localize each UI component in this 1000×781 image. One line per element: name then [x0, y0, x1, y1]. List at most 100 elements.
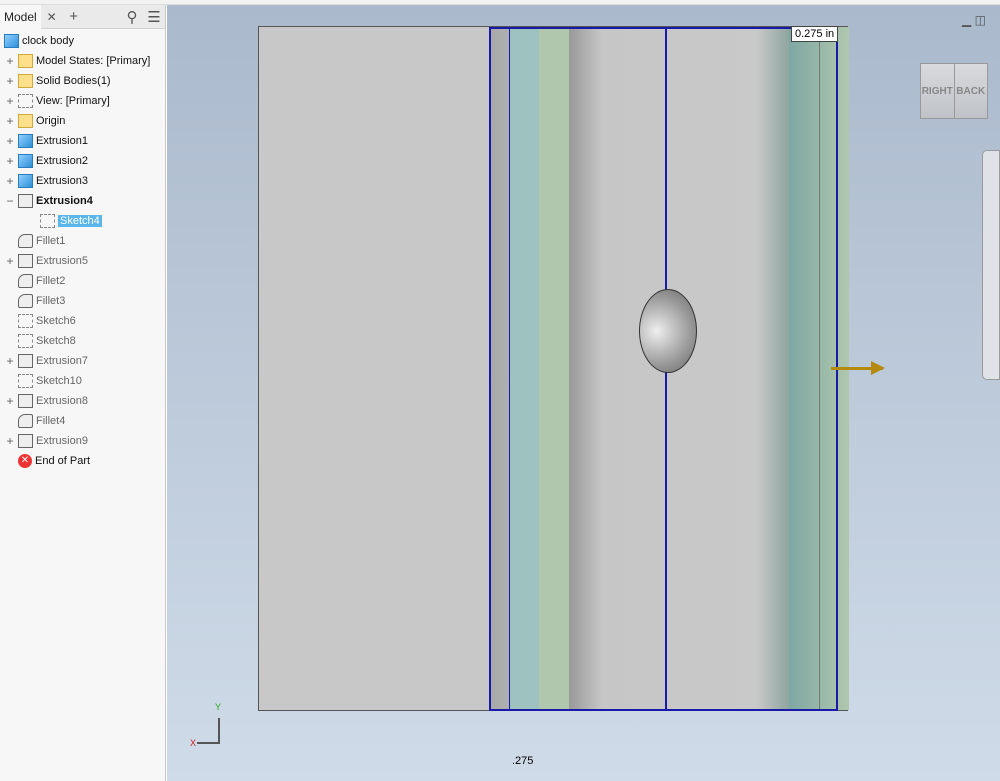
tree-item[interactable]: Fillet1	[0, 231, 165, 251]
end-icon: ✕	[18, 454, 32, 468]
tree-item-label: Extrusion7	[36, 355, 88, 367]
close-icon[interactable]: ✕	[41, 10, 63, 24]
hole	[639, 289, 697, 373]
expand-toggle[interactable]: +	[4, 394, 16, 408]
expand-toggle[interactable]: +	[4, 134, 16, 148]
tree-item[interactable]: Fillet2	[0, 271, 165, 291]
fillet-icon	[18, 294, 33, 308]
x-axis-label: X	[190, 738, 197, 748]
tree-item[interactable]: + Extrusion9	[0, 431, 165, 451]
dimension-label[interactable]: .275	[512, 755, 533, 767]
x-axis	[197, 742, 220, 744]
tree-item[interactable]: + Extrusion7	[0, 351, 165, 371]
sketch-icon	[18, 334, 33, 348]
folder-icon	[18, 114, 33, 128]
tree-item-label: Extrusion9	[36, 435, 88, 447]
tree-item-label: Sketch4	[58, 215, 102, 227]
model-browser: Model ✕ + ⚲ ☰ clock body + Model States: […	[0, 4, 166, 781]
tree-item[interactable]: Sketch10	[0, 371, 165, 391]
tree-item[interactable]: − Extrusion4	[0, 191, 165, 211]
sketch-icon	[18, 374, 33, 388]
tree-item-label: Extrusion5	[36, 255, 88, 267]
wire-icon	[18, 354, 33, 368]
navigation-bar[interactable]	[982, 150, 1000, 380]
expand-toggle[interactable]: −	[4, 194, 16, 208]
tree-item-label: End of Part	[35, 455, 91, 467]
fillet-icon	[18, 274, 33, 288]
menu-icon[interactable]: ☰	[143, 8, 165, 26]
model-tree: clock body + Model States: [Primary] + Solid…	[0, 29, 165, 471]
expand-toggle[interactable]: +	[4, 254, 16, 268]
tree-item[interactable]: Sketch4	[0, 211, 165, 231]
viewcube[interactable]: RIGHT BACK	[920, 63, 988, 119]
tree-item-label: clock body	[22, 35, 74, 47]
sketch-icon	[18, 314, 33, 328]
fillet-icon	[18, 234, 33, 248]
tab-model[interactable]: Model	[0, 4, 41, 29]
tree-item[interactable]: + Solid Bodies(1)	[0, 71, 165, 91]
tree-item[interactable]: + View: [Primary]	[0, 91, 165, 111]
tree-item-label: Extrusion2	[36, 155, 88, 167]
wire-icon	[18, 194, 33, 208]
fillet-icon	[18, 414, 33, 428]
wire-icon	[18, 254, 33, 268]
tree-item-label: Extrusion1	[36, 135, 88, 147]
tree-item[interactable]: clock body	[0, 31, 165, 51]
tree-item-label: Extrusion8	[36, 395, 88, 407]
tree-item-label: Solid Bodies(1)	[36, 75, 111, 87]
tree-item[interactable]: + Origin	[0, 111, 165, 131]
sketch-icon	[40, 214, 55, 228]
expand-toggle[interactable]: +	[4, 354, 16, 368]
search-icon[interactable]: ⚲	[121, 8, 143, 26]
tree-item-label: Fillet2	[36, 275, 66, 287]
tree-item[interactable]: + Extrusion2	[0, 151, 165, 171]
folder-icon	[18, 74, 33, 88]
wire-icon	[18, 434, 33, 448]
tree-item-label: Fillet4	[36, 415, 66, 427]
window-controls[interactable]: ▁ ◫	[962, 13, 986, 27]
expand-toggle[interactable]: +	[4, 154, 16, 168]
folder-icon	[18, 54, 33, 68]
tree-item-label: Extrusion4	[36, 195, 93, 207]
arrow-head-icon[interactable]	[871, 361, 885, 375]
tree-item[interactable]: + Extrusion8	[0, 391, 165, 411]
tree-item[interactable]: + Extrusion5	[0, 251, 165, 271]
3d-viewport[interactable]: ▁ ◫ 0.275 in .275 RIGHT BACK Y X	[167, 5, 1000, 781]
tree-item[interactable]: ✕ End of Part	[0, 451, 165, 471]
tree-item[interactable]: Fillet3	[0, 291, 165, 311]
tree-item[interactable]: + Extrusion3	[0, 171, 165, 191]
expand-toggle[interactable]: +	[4, 434, 16, 448]
expand-toggle[interactable]: +	[4, 54, 16, 68]
dimension-input[interactable]: 0.275 in	[791, 26, 839, 42]
tree-item-label: Sketch10	[36, 375, 82, 387]
tree-item-label: Model States: [Primary]	[36, 55, 151, 67]
tree-item-label: View: [Primary]	[36, 95, 110, 107]
tree-item-label: Sketch6	[36, 315, 76, 327]
expand-toggle[interactable]: +	[4, 94, 16, 108]
cube-icon	[18, 154, 33, 168]
tree-item-label: Fillet1	[36, 235, 66, 247]
expand-toggle[interactable]: +	[4, 114, 16, 128]
expand-toggle[interactable]: +	[4, 174, 16, 188]
tree-item-label: Extrusion3	[36, 175, 88, 187]
tree-item[interactable]: Sketch6	[0, 311, 165, 331]
view-icon	[18, 94, 33, 108]
cube-icon	[18, 134, 33, 148]
tree-item-label: Sketch8	[36, 335, 76, 347]
tree-item[interactable]: Sketch8	[0, 331, 165, 351]
add-tab-icon[interactable]: +	[63, 8, 85, 25]
tree-item-label: Fillet3	[36, 295, 66, 307]
viewcube-back[interactable]: BACK	[955, 64, 988, 118]
expand-toggle[interactable]: +	[4, 74, 16, 88]
browser-tabbar: Model ✕ + ⚲ ☰	[0, 4, 165, 29]
cube-icon	[18, 174, 33, 188]
part-model[interactable]	[258, 26, 885, 711]
tree-item-label: Origin	[36, 115, 66, 127]
tree-item[interactable]: + Extrusion1	[0, 131, 165, 151]
tree-item[interactable]: Fillet4	[0, 411, 165, 431]
y-axis-label: Y	[215, 702, 222, 712]
tree-item[interactable]: + Model States: [Primary]	[0, 51, 165, 71]
viewcube-right[interactable]: RIGHT	[921, 64, 955, 118]
wire-icon	[18, 394, 33, 408]
y-axis	[218, 718, 220, 743]
